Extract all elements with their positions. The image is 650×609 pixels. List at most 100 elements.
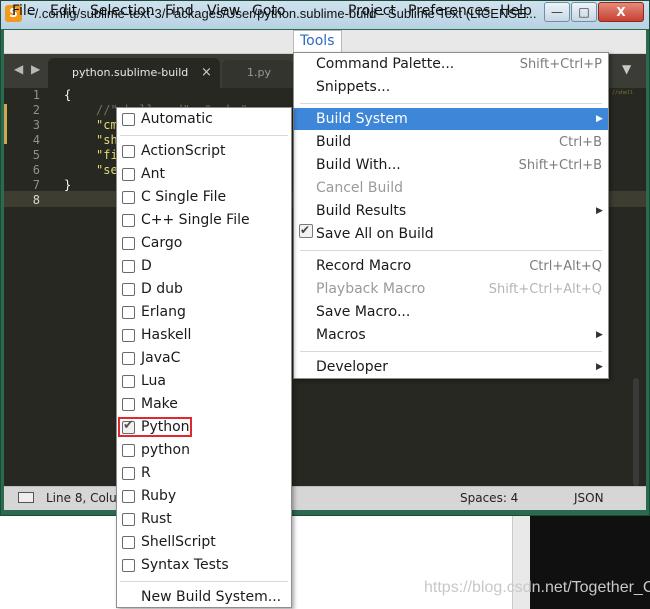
- tab-label: 1.py: [247, 66, 271, 79]
- build-system-d[interactable]: D: [141, 258, 152, 274]
- menu-item-save-macro[interactable]: Save Macro...: [316, 304, 410, 320]
- submenu-arrow-icon: ▶: [596, 362, 603, 372]
- shortcut-label: Shift+Ctrl+Alt+Q: [488, 282, 602, 297]
- build-system-javac[interactable]: JavaC: [141, 350, 180, 366]
- checkmark-icon: ✔: [300, 223, 311, 237]
- line-number: 5: [32, 148, 40, 162]
- checkbox[interactable]: [122, 214, 135, 227]
- build-system-python-custom[interactable]: python: [141, 442, 190, 458]
- build-system-lua[interactable]: Lua: [141, 373, 166, 389]
- build-system-ant[interactable]: Ant: [141, 166, 165, 182]
- build-system-ruby[interactable]: Ruby: [141, 488, 176, 504]
- code-line: }: [64, 178, 72, 192]
- menu-selection[interactable]: Selection: [90, 3, 155, 19]
- build-system-actionscript[interactable]: ActionScript: [141, 143, 225, 159]
- panel-toggle-icon[interactable]: [18, 492, 34, 503]
- menu-goto[interactable]: Goto: [252, 3, 285, 19]
- status-syntax[interactable]: JSON: [574, 491, 604, 505]
- checkbox[interactable]: [122, 168, 135, 181]
- shortcut-label: Ctrl+Alt+Q: [529, 259, 602, 274]
- checkbox[interactable]: [122, 260, 135, 273]
- shortcut-label: Shift+Ctrl+P: [519, 57, 602, 72]
- tab-label: python.sublime-build: [72, 66, 189, 79]
- tab-nav-arrows-icon[interactable]: ◀ ▶: [14, 62, 42, 76]
- menu-item-build-system[interactable]: Build System: [316, 111, 408, 127]
- line-number: 3: [32, 118, 40, 132]
- menu-project[interactable]: Project: [348, 3, 396, 19]
- checkbox[interactable]: [122, 329, 135, 342]
- menu-item-macros[interactable]: Macros: [316, 327, 366, 343]
- menu-file[interactable]: File: [12, 3, 35, 19]
- close-button[interactable]: X: [598, 2, 644, 22]
- checkbox[interactable]: [122, 352, 135, 365]
- tab-list-dropdown-icon[interactable]: ▼: [622, 62, 631, 76]
- menu-view[interactable]: View: [207, 3, 240, 19]
- build-system-cpp-single-file[interactable]: C++ Single File: [141, 212, 250, 228]
- checkbox[interactable]: [122, 536, 135, 549]
- checkbox[interactable]: [122, 559, 135, 572]
- checkbox[interactable]: [122, 375, 135, 388]
- checkbox[interactable]: [122, 444, 135, 457]
- shortcut-label: Ctrl+B: [559, 135, 602, 150]
- submenu-arrow-icon: ▶: [596, 330, 603, 340]
- checkbox[interactable]: [122, 191, 135, 204]
- build-system-syntax-tests[interactable]: Syntax Tests: [141, 557, 229, 573]
- menu-tools[interactable]: Tools: [293, 30, 342, 54]
- line-number: 2: [32, 103, 40, 117]
- menu-help[interactable]: Help: [500, 3, 532, 19]
- checkbox[interactable]: [122, 398, 135, 411]
- checkbox[interactable]: [122, 490, 135, 503]
- checkbox[interactable]: [122, 467, 135, 480]
- build-system-erlang[interactable]: Erlang: [141, 304, 186, 320]
- menu-separator: [120, 581, 288, 582]
- line-number: 6: [32, 163, 40, 177]
- watermark: https://blog.csdn.net/Together_CZ: [424, 579, 650, 596]
- shortcut-label: Shift+Ctrl+B: [518, 158, 602, 173]
- code-line: "se: [96, 163, 118, 177]
- build-system-r[interactable]: R: [141, 465, 151, 481]
- build-system-c-single-file[interactable]: C Single File: [141, 189, 226, 205]
- menu-item-build[interactable]: Build: [316, 134, 351, 150]
- line-number: 4: [32, 133, 40, 147]
- menu-item-build-with[interactable]: Build With...: [316, 157, 401, 173]
- menu-edit[interactable]: Edit: [50, 3, 77, 19]
- submenu-arrow-icon: ▶: [596, 114, 603, 124]
- menu-item-build-results[interactable]: Build Results: [316, 203, 406, 219]
- minimap[interactable]: { //shell: [606, 90, 633, 96]
- menu-item-snippets[interactable]: Snippets...: [316, 79, 390, 95]
- menu-item-playback-macro: Playback Macro: [316, 281, 426, 297]
- minimize-button[interactable]: —: [544, 2, 570, 22]
- line-number: 1: [32, 88, 40, 102]
- modified-line-marker: [4, 104, 7, 144]
- submenu-arrow-icon: ▶: [596, 206, 603, 216]
- maximize-button[interactable]: □: [571, 2, 597, 22]
- checkbox[interactable]: [122, 306, 135, 319]
- code-line: "sh: [96, 133, 118, 147]
- checkbox[interactable]: [122, 237, 135, 250]
- menu-item-command-palette[interactable]: Command Palette...: [316, 56, 454, 72]
- menu-preferences[interactable]: Preferences: [408, 3, 490, 19]
- build-system-haskell[interactable]: Haskell: [141, 327, 191, 343]
- code-line: "fi: [96, 148, 118, 162]
- menu-item-record-macro[interactable]: Record Macro: [316, 258, 411, 274]
- line-number-current: 8: [32, 193, 40, 207]
- build-system-rust[interactable]: Rust: [141, 511, 172, 527]
- build-system-d-dub[interactable]: D dub: [141, 281, 183, 297]
- build-system-shellscript[interactable]: ShellScript: [141, 534, 216, 550]
- checkbox[interactable]: [122, 113, 135, 126]
- vertical-scrollbar[interactable]: [633, 378, 639, 486]
- tab-close-icon[interactable]: ×: [201, 65, 212, 80]
- build-system-make[interactable]: Make: [141, 396, 178, 412]
- checkbox[interactable]: [122, 283, 135, 296]
- status-indentation[interactable]: Spaces: 4: [460, 491, 518, 505]
- build-system-automatic[interactable]: Automatic: [141, 111, 213, 127]
- menu-item-save-all-on-build[interactable]: Save All on Build: [316, 226, 434, 242]
- menu-find[interactable]: Find: [165, 3, 194, 19]
- checkbox[interactable]: [122, 513, 135, 526]
- menu-separator: [120, 135, 288, 136]
- checkbox[interactable]: [122, 145, 135, 158]
- python-highlight-box: [118, 417, 192, 437]
- build-system-cargo[interactable]: Cargo: [141, 235, 182, 251]
- menu-item-developer[interactable]: Developer: [316, 359, 388, 375]
- build-system-new[interactable]: New Build System...: [141, 589, 281, 605]
